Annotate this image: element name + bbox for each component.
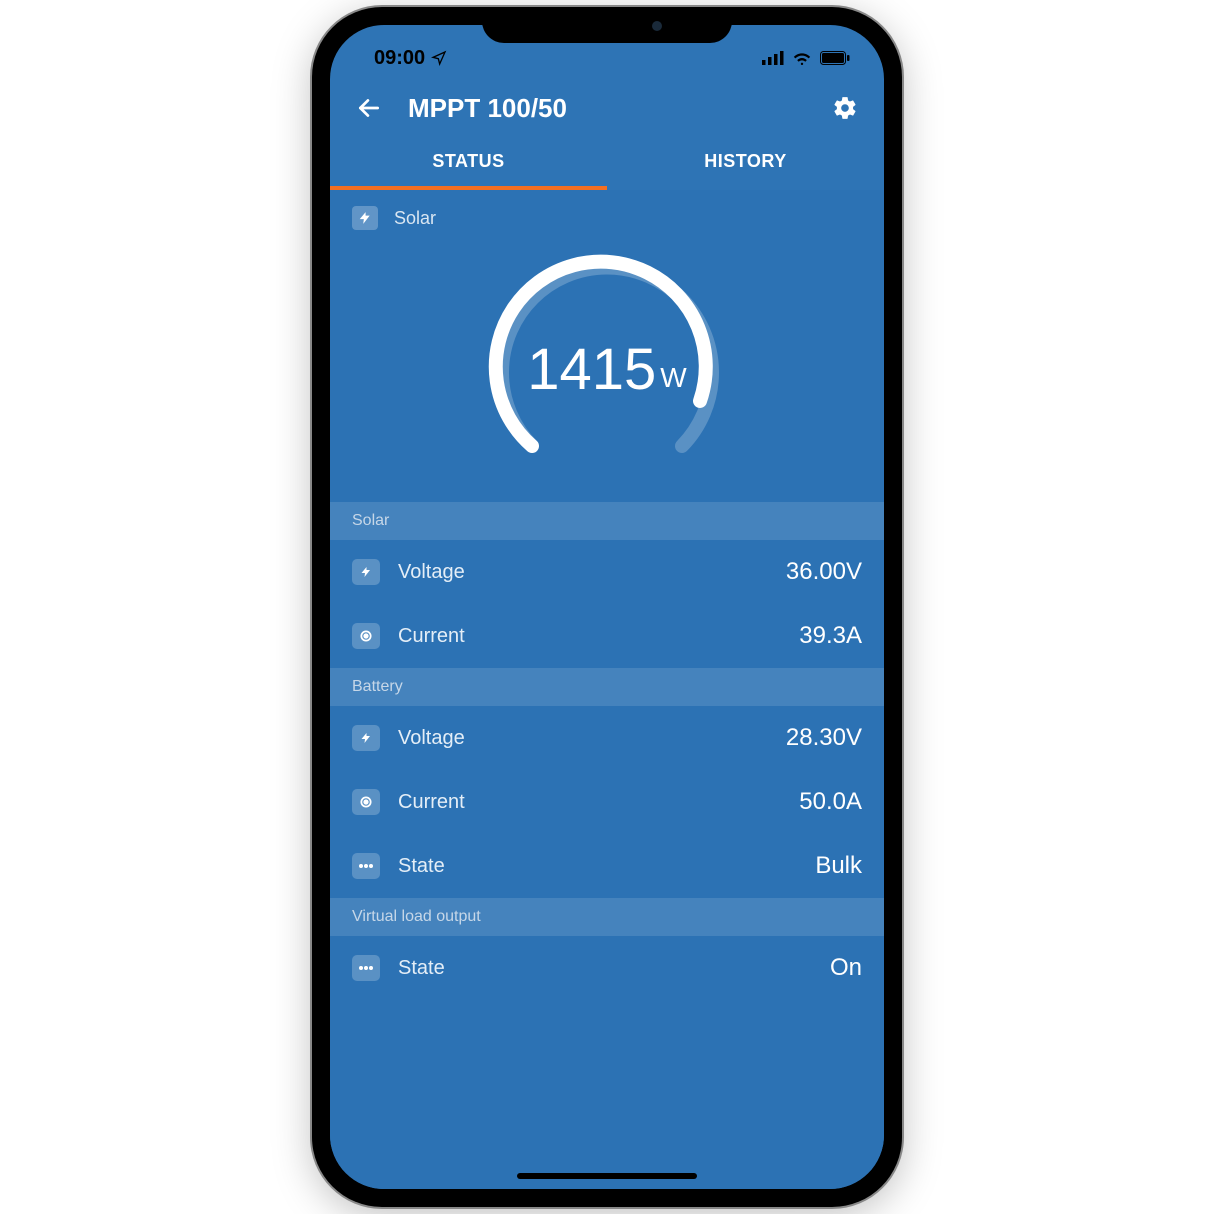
row-value: On xyxy=(830,954,862,982)
current-icon xyxy=(352,789,380,815)
row-label: Current xyxy=(398,625,799,648)
section-heading-load: Virtual load output xyxy=(330,898,884,936)
row-label: Voltage xyxy=(398,727,786,750)
location-icon xyxy=(431,50,447,66)
current-icon xyxy=(352,623,380,649)
clock-text: 09:00 xyxy=(374,47,425,70)
page-title: MPPT 100/50 xyxy=(408,93,828,124)
tab-bar: STATUS HISTORY xyxy=(330,135,884,190)
row-value: 50.0A xyxy=(799,788,862,816)
row-battery-current: Current 50.0A xyxy=(330,770,884,834)
section-heading-solar: Solar xyxy=(330,502,884,540)
gauge-value: 1415 xyxy=(527,336,656,403)
voltage-icon xyxy=(352,725,380,751)
gauge-unit: W xyxy=(660,344,686,394)
gauge-section: Solar 1415 W xyxy=(330,190,884,502)
settings-button[interactable] xyxy=(828,91,862,125)
arrow-left-icon xyxy=(356,95,382,121)
wifi-icon xyxy=(792,51,812,65)
power-gauge: 1415 W xyxy=(472,236,742,476)
ellipsis-icon xyxy=(352,955,380,981)
back-button[interactable] xyxy=(352,91,386,125)
tab-history[interactable]: HISTORY xyxy=(607,135,884,190)
home-indicator[interactable] xyxy=(517,1173,697,1179)
phone-frame: 09:00 MPPT 100/50 STATUS HISTORY xyxy=(312,7,902,1207)
battery-icon xyxy=(820,51,850,65)
ellipsis-icon xyxy=(352,853,380,879)
tab-status[interactable]: STATUS xyxy=(330,135,607,190)
app-header: MPPT 100/50 xyxy=(330,77,884,135)
row-value: 28.30V xyxy=(786,724,862,752)
row-value: 39.3A xyxy=(799,622,862,650)
row-value: 36.00V xyxy=(786,558,862,586)
solar-panel-icon xyxy=(352,206,378,230)
row-battery-voltage: Voltage 28.30V xyxy=(330,706,884,770)
screen: 09:00 MPPT 100/50 STATUS HISTORY xyxy=(330,25,884,1189)
section-heading-battery: Battery xyxy=(330,668,884,706)
row-label: Current xyxy=(398,791,799,814)
row-solar-voltage: Voltage 36.00V xyxy=(330,540,884,604)
row-solar-current: Current 39.3A xyxy=(330,604,884,668)
content-area[interactable]: Solar 1415 W Solar xyxy=(330,190,884,1189)
device-notch xyxy=(482,7,732,43)
voltage-icon xyxy=(352,559,380,585)
cellular-icon xyxy=(762,51,784,65)
row-battery-state: State Bulk xyxy=(330,834,884,898)
row-value: Bulk xyxy=(815,852,862,880)
gear-icon xyxy=(832,95,858,121)
gauge-label: Solar xyxy=(394,208,436,229)
row-label: Voltage xyxy=(398,561,786,584)
row-load-state: State On xyxy=(330,936,884,1000)
row-label: State xyxy=(398,957,830,980)
row-label: State xyxy=(398,855,815,878)
